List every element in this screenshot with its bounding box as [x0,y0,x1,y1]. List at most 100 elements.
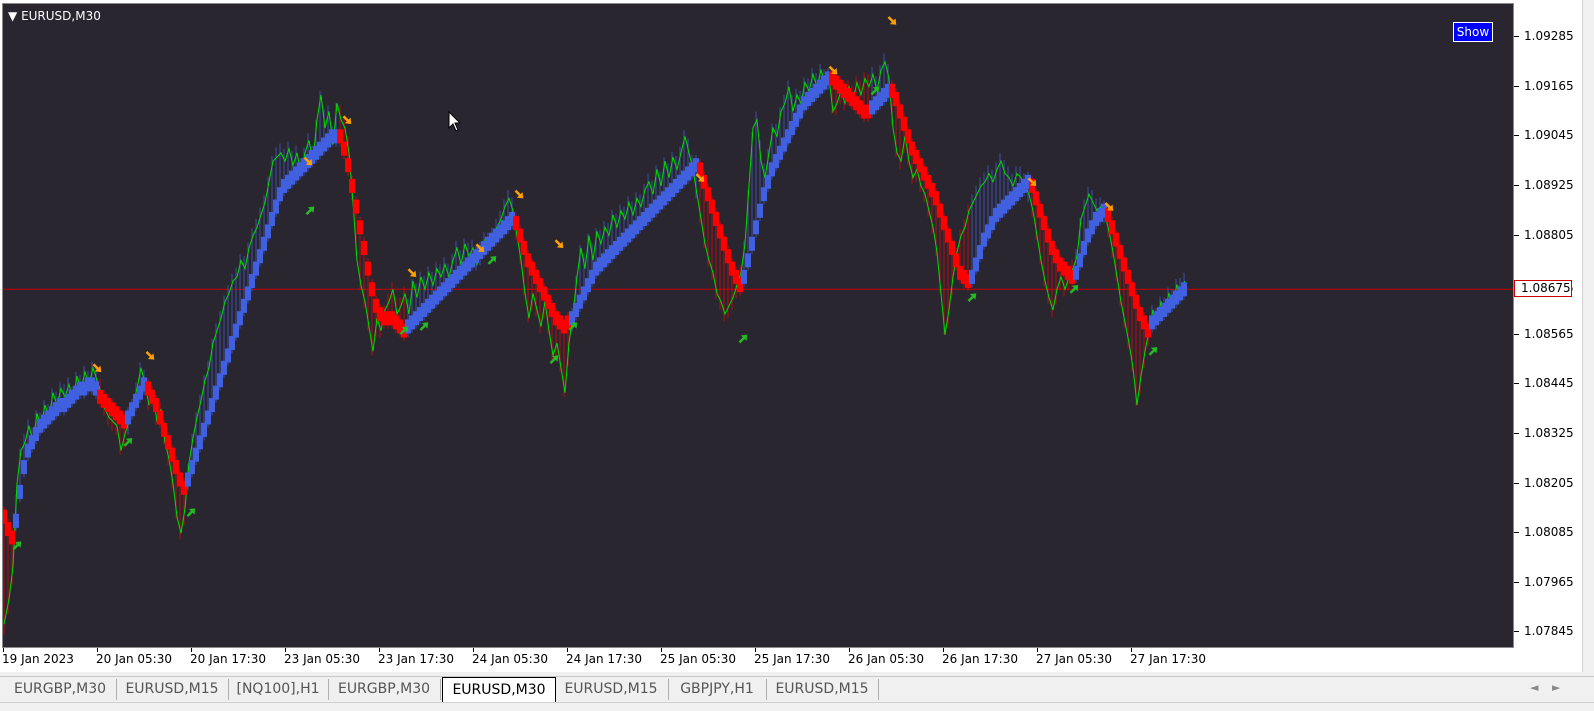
buy-arrow-icon [967,293,977,302]
mouse-cursor-icon [448,110,462,132]
price-axis-label: 1.08085 [1524,525,1574,540]
buy-arrow-icon [487,256,497,265]
price-tick [1514,234,1519,236]
downtrend-block [349,178,355,193]
show-button[interactable]: Show [1453,22,1493,42]
price-line-group [3,60,1186,625]
downtrend-block [1037,203,1043,218]
downtrend-block [933,191,939,206]
scroll-right-icon[interactable]: ► [1552,681,1560,694]
downtrend-block [1113,232,1119,247]
time-axis-label: 19 Jan 2023 [2,652,74,666]
price-axis-label: 1.09285 [1524,29,1574,44]
downtrend-block [949,240,955,255]
uptrend-block [221,360,227,375]
uptrend-block [1081,240,1087,255]
uptrend-block [249,274,255,289]
uptrend-block [241,298,247,313]
price-axis-label: 1.07845 [1524,624,1574,639]
price-tick [1514,433,1519,434]
downtrend-block [713,212,719,226]
tab-gbpjpy-h1[interactable]: GBPJPY,H1 [668,679,767,700]
uptrend-block [209,398,215,413]
uptrend-block [205,410,211,425]
price-axis-label: 1.08325 [1524,426,1574,440]
trend-blocks [3,71,1187,545]
sell-arrow-icon [342,115,352,125]
time-axis-label: 23 Jan 05:30 [284,652,360,666]
scroll-left-icon[interactable]: ◄ [1530,681,1538,694]
uptrend-block [217,373,223,388]
chart-plot-area[interactable]: ▼ EURUSD,M30 Show [2,3,1514,648]
time-axis-label: 24 Jan 05:30 [472,652,548,666]
collapse-triangle-icon[interactable]: ▼ [8,9,17,23]
price-axis-label: 1.08925 [1524,177,1574,192]
uptrend-block [17,484,23,499]
time-axis-label: 27 Jan 05:30 [1036,652,1112,666]
tab-eurusd-m15[interactable]: EURUSD,M15 [766,679,879,700]
downtrend-block [1109,220,1115,235]
vertical-scrollbar[interactable] [1582,0,1594,672]
price-axis-label: 1.09045 [1524,128,1574,143]
price-tick [1514,383,1519,385]
price-tick [1514,631,1519,633]
downtrend-block [893,92,899,107]
price-tick [1514,532,1519,534]
uptrend-block [233,323,239,338]
uptrend-block [245,286,251,301]
time-axis-label: 23 Jan 17:30 [378,652,454,666]
price-tick [1514,36,1519,38]
uptrend-block [261,236,267,251]
trend-wicks [3,53,1185,635]
sell-arrow-icon [514,189,524,199]
downtrend-block [153,398,159,413]
chart-tab-bar: EURGBP,M30 EURUSD,M15 [NQ100],H1 EURGBP,M30… [0,676,1594,703]
tab-eurusd-m30[interactable]: EURUSD,M30 [442,677,556,702]
downtrend-block [1125,269,1131,284]
uptrend-block [1073,265,1079,280]
downtrend-block [169,447,175,462]
uptrend-block [253,261,259,276]
downtrend-block [1041,216,1047,231]
downtrend-block [365,261,371,276]
buy-arrow-icon [186,508,196,517]
time-axis-label: 25 Jan 17:30 [754,652,830,666]
uptrend-block [757,203,763,218]
tab-eurgbp-m30[interactable]: EURGBP,M30 [4,679,117,700]
downtrend-block [1129,282,1135,297]
tab-eurusd-m15[interactable]: EURUSD,M15 [116,679,229,700]
uptrend-block [273,199,279,214]
symbol-label[interactable]: ▼ EURUSD,M30 [8,9,101,23]
price-tick [1514,581,1519,583]
uptrend-block [269,212,275,226]
uptrend-block [21,460,27,475]
uptrend-block [765,174,771,189]
tab-nq100-h1[interactable]: [NQ100],H1 [228,679,329,700]
tab-eurgbp-m30[interactable]: EURGBP,M30 [328,679,441,700]
uptrend-block [745,253,751,268]
downtrend-block [1121,257,1127,272]
downtrend-block [9,530,15,545]
downtrend-block [1133,294,1139,309]
uptrend-block [257,249,263,264]
tab-eurusd-m15[interactable]: EURUSD,M15 [554,679,669,700]
buy-arrow-icon [305,206,315,216]
uptrend-block [761,187,767,202]
downtrend-block [709,199,715,214]
uptrend-block [201,422,207,437]
downtrend-block [357,220,363,235]
time-axis-label: 25 Jan 05:30 [660,652,736,666]
sell-arrow-icon [145,351,155,360]
downtrend-block [161,422,167,437]
uptrend-block [969,269,975,284]
downtrend-block [905,129,911,144]
downtrend-block [361,240,367,255]
uptrend-block [749,236,755,251]
uptrend-block [185,472,191,487]
downtrend-block [717,224,723,239]
sell-arrow-icon [887,16,897,25]
uptrend-block [265,224,271,239]
downtrend-block [705,187,711,202]
price-tick [1514,333,1519,335]
sell-arrow-icon [407,268,417,277]
